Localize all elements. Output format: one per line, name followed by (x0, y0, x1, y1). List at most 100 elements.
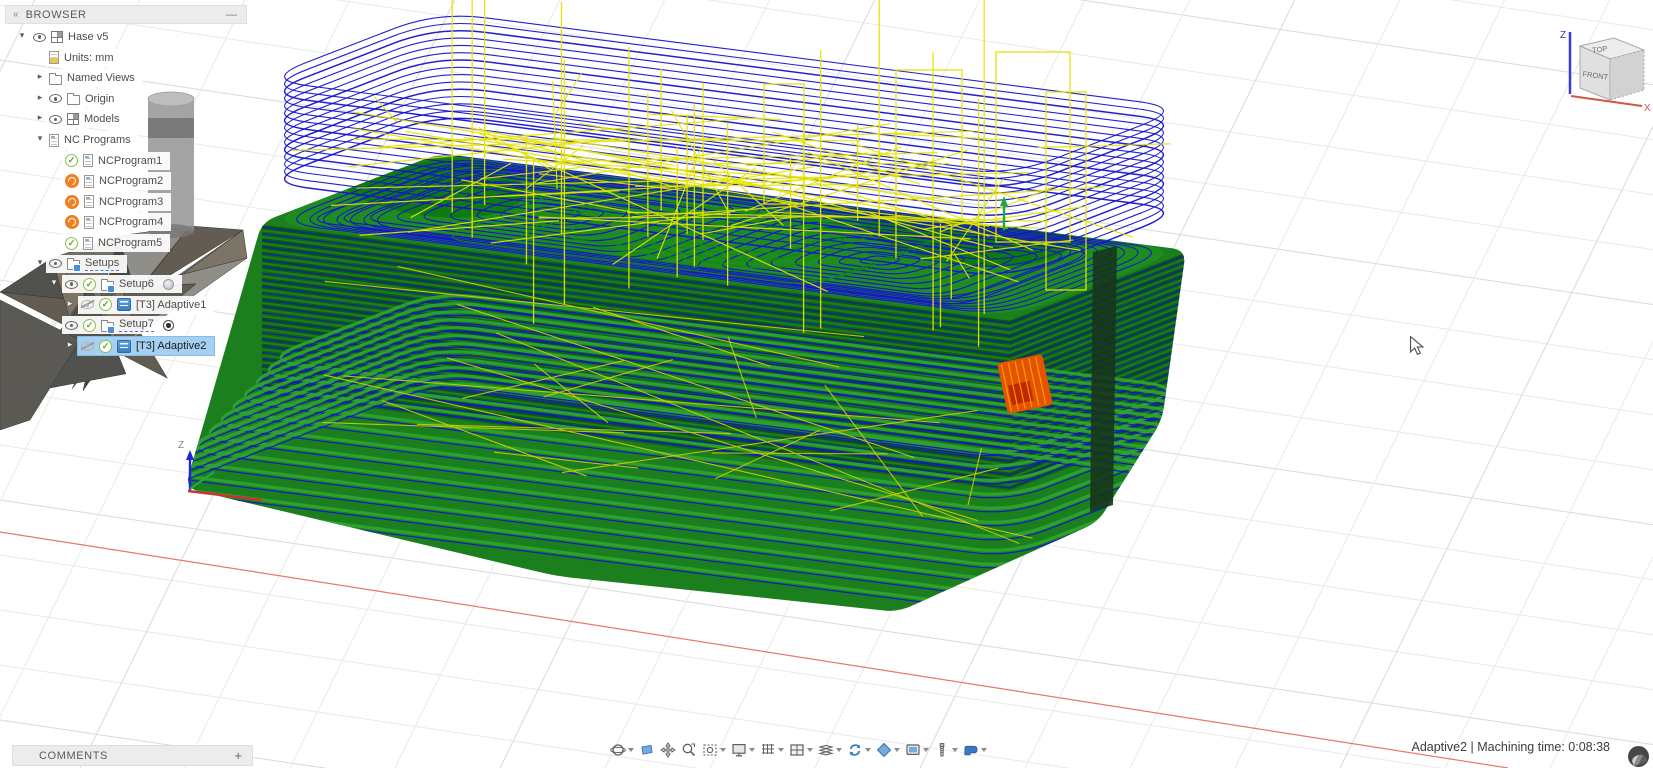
grid-and-snaps-button[interactable] (758, 740, 786, 760)
gcode-icon (84, 174, 94, 188)
adaptive-icon (117, 339, 131, 353)
tree-row-body[interactable]: ✓ Setup7 (62, 316, 182, 335)
component-icon (67, 113, 79, 126)
simulation-display-button[interactable] (903, 740, 931, 760)
chevron-right-icon[interactable]: ▸ (34, 112, 46, 123)
dropdown-caret[interactable] (749, 748, 755, 752)
toolpath-steps-button[interactable] (816, 740, 844, 760)
chevron-down-icon[interactable]: ▾ (34, 257, 46, 268)
tree-row-body[interactable]: Origin (46, 89, 123, 108)
comments-panel[interactable]: COMMENTS + (12, 745, 253, 766)
setup-icon (101, 278, 115, 293)
adaptive-icon (117, 298, 131, 312)
display-settings-button[interactable] (729, 740, 757, 760)
tree-item-label: NCProgram5 (98, 237, 163, 249)
dropdown-caret[interactable] (836, 748, 842, 752)
tree-row-body[interactable]: NCProgram3 (62, 192, 172, 211)
radio-icon[interactable] (162, 319, 174, 331)
tree-row-body[interactable]: Units: mm (46, 48, 122, 67)
eye-icon[interactable] (49, 259, 62, 269)
tree-item-label: NCProgram4 (99, 216, 164, 229)
pan-button[interactable] (658, 740, 678, 760)
dropdown-caret[interactable] (981, 748, 987, 752)
check-icon: ✓ (65, 236, 78, 250)
dropdown-caret[interactable] (720, 748, 726, 752)
tree-item-label: [T3] Adaptive1 (136, 298, 207, 311)
chevron-down-icon[interactable]: ▾ (48, 277, 60, 288)
chevron-right-icon[interactable]: ▸ (34, 92, 46, 103)
look-at-icon (641, 744, 653, 755)
dropdown-caret[interactable] (923, 748, 929, 752)
eye-icon[interactable] (49, 94, 62, 104)
toolpath-steps-icon (818, 744, 834, 756)
viewports-button[interactable] (787, 740, 815, 760)
regenerate-button[interactable] (845, 740, 873, 760)
dropdown-caret[interactable] (807, 748, 813, 752)
dropdown-caret[interactable] (778, 748, 784, 752)
tree-row-body[interactable]: ✓ NCProgram1 (62, 151, 171, 170)
machine-display-icon (964, 745, 978, 756)
check-icon: ✓ (83, 277, 96, 291)
dropdown-caret[interactable] (894, 748, 900, 752)
notification-badge[interactable] (1628, 746, 1649, 767)
zoom-button[interactable] (679, 740, 699, 760)
dropdown-caret[interactable] (865, 748, 871, 752)
viewport-canvas[interactable]: Z (0, 0, 1653, 768)
chevron-right-icon[interactable]: ▸ (64, 339, 76, 350)
sphere-icon[interactable] (162, 278, 174, 290)
tree-row-body[interactable]: NCProgram4 (62, 213, 172, 232)
tree-row-body[interactable]: ✓ [T3] Adaptive2 (76, 336, 216, 356)
tree-item-label: Setup6 (119, 278, 154, 291)
grid-and-snaps-icon (762, 744, 774, 754)
eye-icon[interactable] (65, 279, 78, 289)
chevron-down-icon[interactable]: ▾ (34, 133, 46, 144)
tree-item-label: NC Programs (64, 134, 131, 146)
tool-display-button[interactable] (932, 740, 960, 760)
chevron-right-icon[interactable]: ▸ (34, 71, 46, 82)
tree-row-body[interactable]: ✓ [T3] Adaptive1 (78, 295, 215, 314)
tree-row-body[interactable]: Named Views (46, 69, 143, 88)
tree-row-body[interactable]: ✓ Setup6 (62, 275, 182, 294)
add-comment-button[interactable]: + (234, 748, 242, 763)
dropdown-caret[interactable] (952, 748, 958, 752)
display-settings-icon (732, 743, 746, 757)
fit-button[interactable] (700, 740, 728, 760)
pan-icon (660, 742, 676, 758)
eye-icon[interactable] (49, 114, 62, 124)
tree-row-body[interactable]: NC Programs (46, 131, 139, 149)
tree-item-label: Origin (85, 92, 115, 105)
chevron-down-icon[interactable]: ▾ (48, 318, 60, 329)
eye-icon[interactable] (33, 32, 46, 42)
tree-item-label: NCProgram3 (99, 195, 164, 208)
eye-icon[interactable] (65, 320, 78, 330)
look-at-button[interactable] (637, 740, 657, 760)
x-axis-label: X (1644, 103, 1651, 114)
eye-off-icon[interactable] (81, 300, 94, 310)
eye-off-icon[interactable] (81, 341, 94, 351)
machine-display-button[interactable] (961, 740, 989, 760)
tree-item-label: Models (84, 113, 120, 126)
gcode-icon (83, 154, 93, 168)
tree-row-body[interactable]: Models (46, 110, 128, 129)
browser-panel-header[interactable]: « BROWSER — (5, 5, 247, 24)
viewcube-right-face[interactable] (1609, 49, 1645, 101)
zoom-icon (682, 743, 696, 757)
orbit-button[interactable] (608, 740, 636, 760)
tree-row-body[interactable]: NCProgram2 (62, 172, 172, 191)
chevron-down-icon[interactable]: ▾ (16, 30, 28, 41)
gcode-icon (84, 195, 94, 209)
viewcube-top-label: TOP (1592, 44, 1608, 55)
view-cube[interactable]: Z X TOP FRONT (1556, 10, 1653, 120)
minimize-panel-icon[interactable]: — (226, 9, 237, 21)
tree-row-body[interactable]: ✓ NCProgram5 (62, 234, 171, 252)
check-icon: ✓ (83, 318, 96, 332)
stock-display-button[interactable] (874, 740, 902, 760)
tree-row-body[interactable]: Setups (46, 254, 128, 273)
gcode-icon (83, 236, 93, 250)
collapse-panel-icon[interactable]: « (13, 9, 18, 20)
tree-row-body[interactable]: Hase v5 (30, 28, 117, 46)
dropdown-caret[interactable] (628, 748, 634, 752)
fit-icon (703, 744, 717, 756)
chevron-right-icon[interactable]: ▸ (64, 298, 76, 309)
machining-time-status: Adaptive2 | Machining time: 0:08:38 (1411, 740, 1610, 754)
